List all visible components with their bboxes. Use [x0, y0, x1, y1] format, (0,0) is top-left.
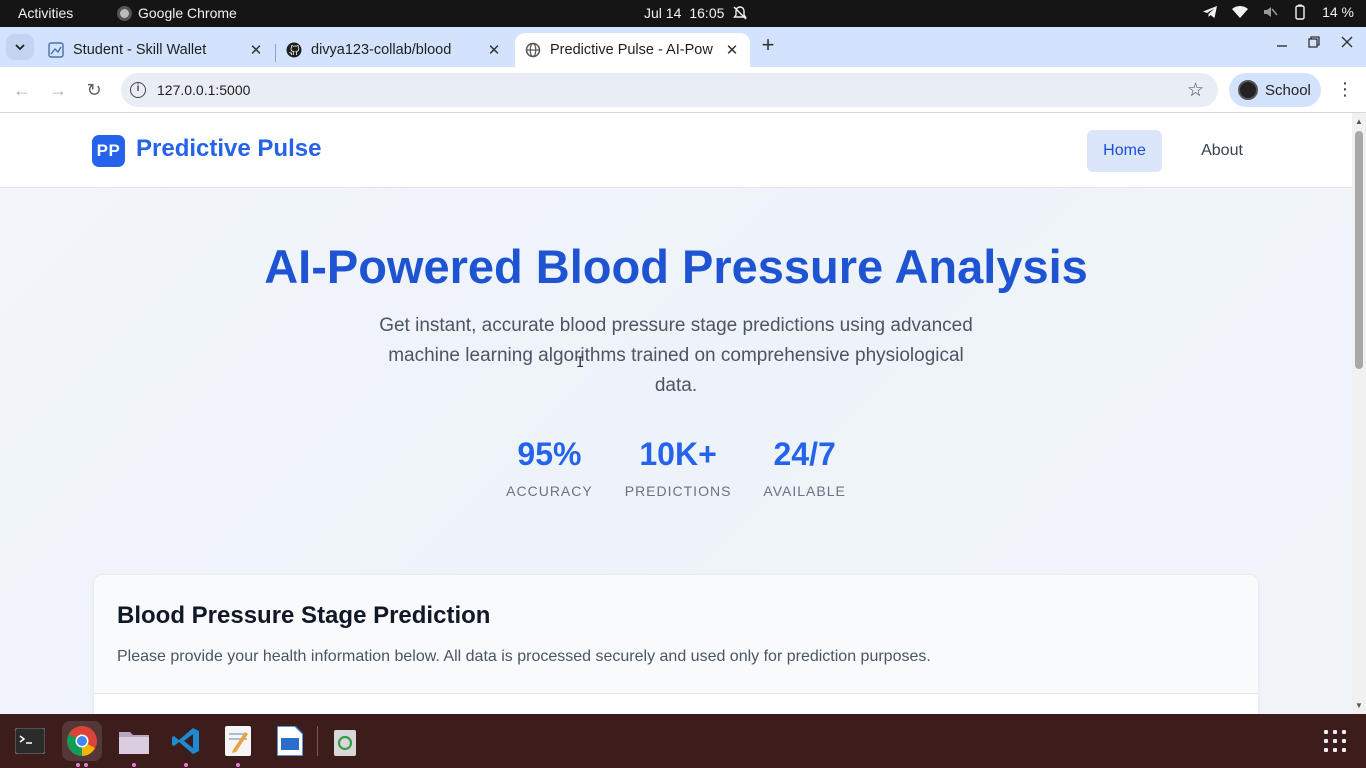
back-arrow-icon[interactable]: ← [11, 79, 33, 101]
running-indicator [184, 763, 188, 767]
scrollbar-thumb[interactable] [1355, 131, 1363, 369]
site-info-icon[interactable]: i [130, 82, 146, 98]
text-cursor-icon: I [576, 355, 585, 371]
wifi-icon [1232, 6, 1249, 18]
stat-value: 95% [517, 436, 582, 472]
time-label: 16:05 [689, 5, 725, 21]
brand-name[interactable]: Predictive Pulse [136, 135, 321, 163]
github-icon [286, 42, 302, 58]
files-icon[interactable] [114, 721, 154, 767]
close-tab-icon[interactable]: ✕ [248, 42, 264, 59]
terminal-icon[interactable] [10, 721, 50, 761]
stat-value: 24/7 [773, 436, 836, 472]
chrome-icon [117, 5, 132, 21]
page-viewport: PP Predictive Pulse Home About AI-Powere… [0, 113, 1352, 714]
tab-title: divya123-collab/blood [311, 42, 452, 58]
globe-icon [525, 42, 541, 58]
notifications-muted-icon [733, 6, 748, 20]
browser-toolbar: ← → ↻ i 127.0.0.1:5000 ☆ School ⋮ [0, 67, 1366, 113]
app-menu[interactable]: Google Chrome [117, 5, 237, 21]
close-tab-icon[interactable]: ✕ [724, 42, 740, 59]
card-description: Please provide your health information b… [117, 648, 931, 665]
site-header: PP Predictive Pulse Home About [0, 113, 1352, 188]
date-label: Jul 14 [644, 5, 682, 21]
trash-icon[interactable] [325, 721, 365, 761]
restore-icon[interactable] [1308, 35, 1320, 52]
page-scrollbar[interactable]: ▲ ▼ [1352, 113, 1366, 714]
profile-label: School [1265, 81, 1311, 99]
reload-icon[interactable]: ↻ [83, 79, 105, 101]
show-apps-icon[interactable] [1324, 730, 1346, 752]
clock[interactable]: Jul 14 16:05 [644, 5, 748, 21]
profile-button[interactable]: School [1229, 73, 1321, 107]
text-editor-icon[interactable] [218, 721, 258, 767]
chevron-down-icon [15, 44, 25, 51]
dock [0, 714, 1366, 768]
tab-strip: Student - Skill Wallet ✕ divya123-collab… [0, 27, 1366, 67]
tab-skill-wallet[interactable]: Student - Skill Wallet ✕ [38, 33, 274, 67]
chrome-icon[interactable] [62, 721, 102, 767]
forward-arrow-icon[interactable]: → [47, 79, 69, 101]
stat-accuracy: 95% ACCURACY [506, 436, 593, 499]
dock-separator [317, 726, 318, 756]
hero-title: AI-Powered Blood Pressure Analysis [264, 240, 1088, 293]
avatar [1238, 80, 1258, 100]
tab-title: Predictive Pulse - AI-Pow [550, 42, 713, 58]
volume-muted-icon [1264, 7, 1278, 17]
tab-predictive-pulse[interactable]: Predictive Pulse - AI-Pow ✕ [515, 33, 750, 67]
skill-wallet-icon [48, 42, 64, 58]
stats-row: 95% ACCURACY 10K+ PREDICTIONS 24/7 AVAIL… [0, 436, 1352, 499]
running-indicator [84, 763, 88, 767]
running-indicator [236, 763, 240, 767]
stat-predictions: 10K+ PREDICTIONS [625, 436, 732, 499]
libreoffice-writer-icon[interactable] [270, 721, 310, 761]
bookmark-star-icon[interactable]: ☆ [1187, 79, 1204, 102]
system-top-bar: Activities Google Chrome Jul 14 16:05 14… [0, 0, 1366, 27]
stat-available: 24/7 AVAILABLE [763, 436, 845, 499]
activities-button[interactable]: Activities [18, 5, 73, 21]
close-tab-icon[interactable]: ✕ [486, 42, 502, 59]
menu-dots-icon[interactable]: ⋮ [1336, 79, 1354, 100]
battery-percent: 14 % [1322, 4, 1354, 20]
running-indicator [132, 763, 136, 767]
prediction-form-card: Blood Pressure Stage Prediction Please p… [93, 574, 1259, 714]
url-text[interactable]: 127.0.0.1:5000 [157, 82, 250, 98]
nav-about-link[interactable]: About [1184, 130, 1260, 172]
scroll-up-icon[interactable]: ▲ [1355, 117, 1363, 126]
telegram-icon[interactable] [1202, 4, 1218, 20]
address-bar[interactable]: i 127.0.0.1:5000 ☆ [121, 73, 1218, 107]
stat-value: 10K+ [639, 436, 717, 472]
tab-github[interactable]: divya123-collab/blood ✕ [276, 33, 512, 67]
logo-mark[interactable]: PP [92, 135, 125, 167]
app-name-label: Google Chrome [138, 5, 237, 21]
system-tray[interactable]: 14 % [1202, 4, 1354, 20]
new-tab-button[interactable]: + [758, 34, 778, 56]
tab-search-button[interactable] [6, 34, 34, 60]
card-title: Blood Pressure Stage Prediction [117, 602, 491, 629]
hero-subtitle: Get instant, accurate blood pressure sta… [379, 315, 973, 396]
minimize-icon[interactable] [1276, 35, 1288, 52]
battery-icon [1295, 4, 1305, 20]
nav-home-link[interactable]: Home [1087, 130, 1162, 172]
close-window-icon[interactable] [1341, 35, 1353, 52]
tab-title: Student - Skill Wallet [73, 42, 207, 58]
stat-label: PREDICTIONS [624, 483, 732, 499]
stat-label: AVAILABLE [763, 483, 846, 499]
running-indicator [76, 763, 80, 767]
vscode-icon[interactable] [166, 721, 206, 767]
form-body [94, 694, 1258, 714]
scroll-down-icon[interactable]: ▼ [1355, 701, 1363, 710]
stat-label: ACCURACY [506, 483, 593, 499]
